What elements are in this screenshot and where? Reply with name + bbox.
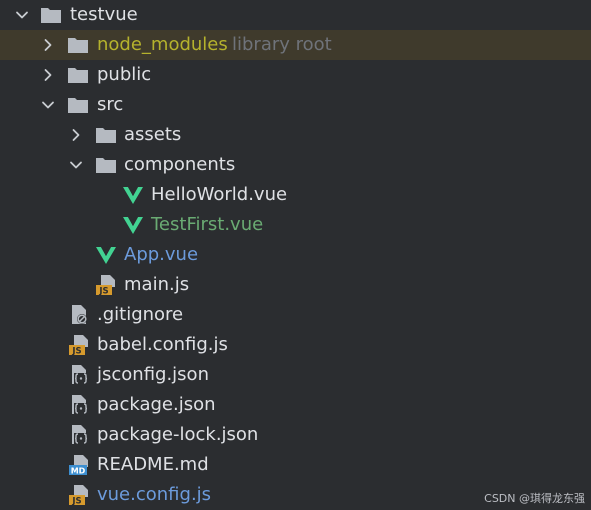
tree-label: babel.config.js bbox=[97, 334, 228, 355]
tree-row-package-lock-json[interactable]: package-lock.json bbox=[0, 420, 591, 450]
tree-row-testvue[interactable]: testvue bbox=[0, 0, 591, 30]
folder-icon bbox=[67, 65, 89, 85]
json-file-icon bbox=[68, 425, 90, 445]
tree-label: jsconfig.json bbox=[97, 364, 209, 385]
vue-icon bbox=[122, 185, 144, 205]
chevron-down-icon[interactable] bbox=[68, 157, 84, 173]
project-tree: testvue node_modules library root public… bbox=[0, 0, 591, 510]
tree-label: node_modules bbox=[97, 34, 228, 55]
chevron-right-icon[interactable] bbox=[68, 127, 84, 143]
chevron-down-icon[interactable] bbox=[14, 7, 30, 23]
vue-icon bbox=[95, 245, 117, 265]
json-file-icon bbox=[68, 365, 90, 385]
tree-row-package-json[interactable]: package.json bbox=[0, 390, 591, 420]
tree-label: .gitignore bbox=[97, 304, 184, 325]
js-file-icon: JS bbox=[68, 335, 90, 355]
csdn-watermark: CSDN @琪得龙东强 bbox=[484, 492, 585, 505]
chevron-right-icon[interactable] bbox=[40, 37, 56, 53]
vue-icon bbox=[122, 215, 144, 235]
library-root-hint: library root bbox=[232, 34, 332, 55]
tree-label: HelloWorld.vue bbox=[151, 184, 288, 205]
tree-label: vue.config.js bbox=[97, 484, 212, 505]
folder-icon bbox=[67, 35, 89, 55]
tree-label: package-lock.json bbox=[97, 424, 259, 445]
tree-label: testvue bbox=[70, 4, 138, 25]
tree-row-app-vue[interactable]: App.vue bbox=[0, 240, 591, 270]
tree-label: App.vue bbox=[124, 244, 199, 265]
tree-row-components[interactable]: components bbox=[0, 150, 591, 180]
tree-row-testfirst-vue[interactable]: TestFirst.vue bbox=[0, 210, 591, 240]
tree-row-jsconfig-json[interactable]: jsconfig.json bbox=[0, 360, 591, 390]
js-badge: JS bbox=[98, 287, 108, 296]
tree-label: src bbox=[97, 94, 124, 115]
tree-label: assets bbox=[124, 124, 182, 145]
markdown-file-icon: MD bbox=[68, 455, 90, 475]
tree-row-node-modules[interactable]: node_modules library root bbox=[0, 30, 591, 60]
tree-label: components bbox=[124, 154, 236, 175]
folder-icon bbox=[95, 155, 117, 175]
ignore-file-icon bbox=[68, 305, 90, 325]
tree-row-public[interactable]: public bbox=[0, 60, 591, 90]
tree-label: main.js bbox=[124, 274, 190, 295]
tree-label: README.md bbox=[97, 454, 209, 475]
js-badge: JS bbox=[71, 347, 81, 356]
tree-label: public bbox=[97, 64, 152, 85]
tree-label: package.json bbox=[97, 394, 216, 415]
tree-row-babel-config-js[interactable]: JS babel.config.js bbox=[0, 330, 591, 360]
tree-row-src[interactable]: src bbox=[0, 90, 591, 120]
chevron-down-icon[interactable] bbox=[40, 97, 56, 113]
folder-icon bbox=[67, 95, 89, 115]
tree-row-readme-md[interactable]: MD README.md bbox=[0, 450, 591, 480]
tree-row-helloworld-vue[interactable]: HelloWorld.vue bbox=[0, 180, 591, 210]
js-file-icon: JS bbox=[68, 485, 90, 505]
js-badge: JS bbox=[71, 497, 81, 506]
tree-row-gitignore[interactable]: .gitignore bbox=[0, 300, 591, 330]
chevron-right-icon[interactable] bbox=[40, 67, 56, 83]
js-file-icon: JS bbox=[95, 275, 117, 295]
json-file-icon bbox=[68, 395, 90, 415]
tree-row-assets[interactable]: assets bbox=[0, 120, 591, 150]
md-badge: MD bbox=[71, 467, 86, 476]
tree-row-main-js[interactable]: JS main.js bbox=[0, 270, 591, 300]
folder-icon bbox=[40, 5, 62, 25]
tree-label: TestFirst.vue bbox=[151, 214, 264, 235]
folder-icon bbox=[95, 125, 117, 145]
